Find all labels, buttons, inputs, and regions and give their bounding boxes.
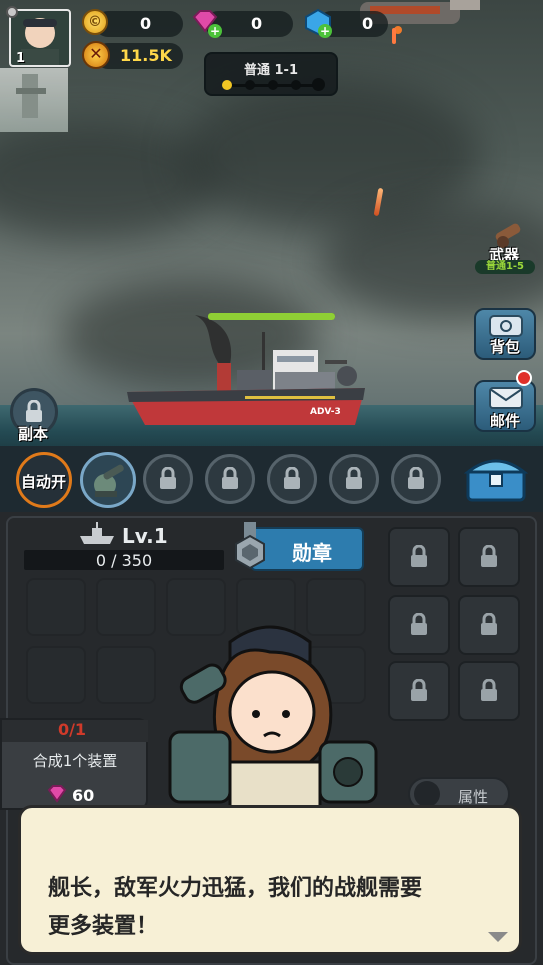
task-text: 合成1个装置 [32, 752, 118, 770]
locked-device-tile[interactable] [388, 595, 450, 655]
lock-icon [411, 613, 427, 635]
stage-label: 普通 1-1 [243, 63, 298, 78]
bag-button[interactable]: 背包 [474, 308, 536, 360]
dialog-line-2: 更多装置！ [48, 914, 159, 939]
cannon-turret-icon [94, 464, 124, 497]
mail-label: 邮件 [490, 412, 521, 430]
combat-power-icon: ✕ [82, 41, 110, 69]
lock-icon [481, 545, 497, 567]
player-battleship: ADV-3 [125, 310, 375, 435]
dialog-line-1: 舰长，敌军火力迅猛，我们的战舰需要 [48, 876, 423, 901]
locked-device-tile[interactable] [458, 661, 520, 721]
dialog-text: 舰长，敌军火力迅猛，我们的战舰需要 更多装置！ [48, 870, 508, 946]
locked-device-tile[interactable] [458, 527, 520, 587]
locked-slot[interactable] [267, 454, 317, 504]
lock-icon [26, 400, 42, 422]
bar-chart-icon [414, 781, 440, 807]
pink-gem-icon [47, 785, 67, 803]
lock-icon [160, 467, 176, 489]
locked-slot[interactable] [329, 454, 379, 504]
lock-icon [481, 613, 497, 635]
ship-health-bar [208, 313, 335, 320]
locked-slot[interactable] [205, 454, 255, 504]
weapon-stage-badge: 普通1-5 [475, 260, 535, 274]
lock-icon [222, 467, 238, 489]
stage-progress[interactable]: 普通 1-1 [204, 52, 338, 96]
coin-value: 0 [140, 14, 152, 33]
envelope-icon [489, 387, 523, 409]
power-value: 11.5K [120, 46, 172, 65]
device-tile[interactable] [26, 646, 86, 704]
mail-notification-dot [516, 370, 532, 386]
locked-device-tile[interactable] [458, 595, 520, 655]
medal-icon [235, 522, 265, 570]
gem-value: 0 [251, 14, 263, 33]
lock-icon [408, 467, 424, 489]
captain-character [160, 622, 390, 814]
stage-node [245, 80, 255, 90]
locked-slot[interactable] [391, 454, 441, 504]
stage-node [268, 80, 278, 90]
lock-icon [411, 545, 427, 567]
missile-trail [392, 28, 396, 44]
task-card[interactable]: 0/1 合成1个装置 60 [0, 718, 148, 810]
battleship-icon [80, 522, 114, 544]
stage-node-boss [312, 78, 325, 91]
stage-node [291, 80, 301, 90]
attributes-label: 属性 [458, 788, 489, 806]
equipped-cannon-slot[interactable] [80, 452, 136, 508]
backpack-icon [489, 315, 523, 337]
device-tile[interactable] [26, 578, 86, 636]
lock-icon [346, 467, 362, 489]
exp-bar: 0 / 350 [24, 550, 224, 570]
auto-open-label: 自动开 [21, 473, 67, 491]
device-tile[interactable] [96, 578, 156, 636]
lock-icon [284, 467, 300, 489]
continue-arrow-icon[interactable] [486, 930, 510, 944]
weapon-button[interactable]: 武器 普通1-5 [475, 220, 537, 276]
add-crystal-icon[interactable]: + [318, 24, 332, 38]
player-level: 1 [16, 51, 26, 66]
add-gem-icon[interactable]: + [208, 24, 222, 38]
lock-icon [481, 679, 497, 701]
gear-icon[interactable] [6, 6, 18, 18]
mail-button[interactable]: 邮件 [474, 380, 536, 432]
device-tile[interactable] [96, 646, 156, 704]
task-reward: 60 [72, 786, 95, 805]
ship-hull-number: ADV-3 [310, 407, 341, 417]
stage-node [222, 80, 232, 90]
exp-text: 0 / 350 [95, 551, 153, 570]
coin-icon: © [82, 9, 108, 35]
lock-icon [411, 679, 427, 701]
auto-open-toggle[interactable]: 自动开 [16, 452, 72, 508]
player-portrait-preview [0, 68, 68, 132]
ship-level: Lv.1 [122, 524, 168, 548]
locked-device-tile[interactable] [388, 527, 450, 587]
treasure-chest-button[interactable] [463, 452, 529, 504]
bag-label: 背包 [490, 338, 521, 356]
medal-label: 勋章 [292, 541, 332, 565]
locked-slot[interactable] [143, 454, 193, 504]
coin-counter[interactable] [95, 11, 183, 37]
dungeon-label: 副本 [18, 425, 49, 443]
task-progress: 0/1 [57, 720, 87, 739]
chest-icon [463, 459, 529, 502]
crystal-value: 0 [362, 14, 374, 33]
locked-device-tile[interactable] [388, 661, 450, 721]
